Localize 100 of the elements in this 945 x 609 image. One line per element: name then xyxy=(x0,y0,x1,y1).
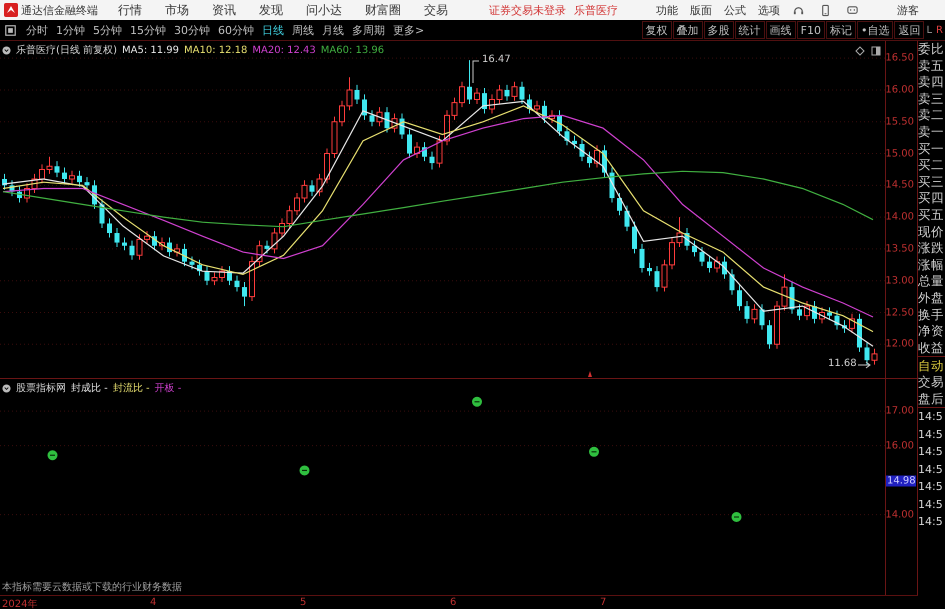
candlestick xyxy=(114,227,120,248)
candlestick xyxy=(370,110,374,127)
quote-label: 涨幅 xyxy=(918,256,945,274)
period-tab[interactable]: 1分钟 xyxy=(52,22,89,38)
menu-item[interactable]: 版面 xyxy=(690,2,712,18)
candlestick xyxy=(159,236,165,251)
candlestick xyxy=(272,227,278,254)
candlestick xyxy=(812,300,817,324)
candlestick xyxy=(24,182,30,203)
toolbar-button[interactable]: 画线 xyxy=(766,21,796,39)
leader-line xyxy=(472,60,480,84)
menu-item[interactable]: 公式 xyxy=(724,2,746,18)
square-icon[interactable] xyxy=(5,24,16,36)
period-tab[interactable]: 日线 xyxy=(258,22,288,38)
candlestick xyxy=(407,128,412,158)
menu-item[interactable]: 选项 xyxy=(758,2,780,18)
menu-item[interactable]: 功能 xyxy=(656,2,678,18)
candlestick xyxy=(549,110,555,124)
toolbar-button[interactable]: F10 xyxy=(796,21,825,39)
menu-item[interactable]: 问小达 xyxy=(306,2,342,18)
toolbar-button[interactable]: 多股 xyxy=(704,21,734,39)
candlestick xyxy=(190,256,194,270)
quote-label: 买一 xyxy=(918,140,945,158)
trade-label[interactable]: 盘后 xyxy=(918,390,945,408)
diamond-icon[interactable] xyxy=(855,46,865,56)
menu-item[interactable]: 交易 xyxy=(424,2,448,18)
quote-label: 现价 xyxy=(918,224,945,240)
quote-label: 卖一 xyxy=(918,124,945,141)
candlestick xyxy=(684,227,690,251)
candlestick xyxy=(790,281,794,314)
period-tab[interactable]: 分时 xyxy=(22,22,52,38)
toolbar-button[interactable]: 复权 xyxy=(642,21,672,39)
menu-item[interactable]: 行情 xyxy=(118,2,142,18)
phone-icon[interactable] xyxy=(819,4,832,16)
period-tab[interactable]: 15分钟 xyxy=(126,22,170,38)
candlestick xyxy=(662,259,668,292)
candlestick xyxy=(77,170,82,188)
mode-button[interactable]: 自动 xyxy=(918,357,945,374)
candlestick xyxy=(587,151,592,168)
indicator-label: MA20: 12.43 xyxy=(252,44,316,56)
candlestick xyxy=(354,84,360,104)
candlestick xyxy=(204,266,210,286)
indicator-label: 封流比 - xyxy=(112,382,150,395)
quote-label: 涨跌 xyxy=(918,240,945,257)
candlestick xyxy=(647,262,652,276)
candlestick xyxy=(842,320,847,334)
period-tab[interactable]: 周线 xyxy=(288,22,318,38)
candlestick xyxy=(804,300,810,321)
menu-item[interactable]: 资讯 xyxy=(212,2,236,18)
panel-icon[interactable] xyxy=(871,46,881,56)
toolbar-button[interactable]: 标记 xyxy=(826,21,856,39)
candlestick xyxy=(17,186,22,203)
trade-label[interactable]: 交易 xyxy=(918,374,945,391)
candlestick xyxy=(610,167,614,203)
period-tab[interactable]: 多周期 xyxy=(348,22,389,38)
menu-item[interactable]: 市场 xyxy=(165,2,189,18)
period-tab[interactable]: 月线 xyxy=(318,22,348,38)
candlestick xyxy=(767,320,772,350)
period-tab[interactable]: 60分钟 xyxy=(214,22,258,38)
candlestick xyxy=(376,106,382,127)
candlestick xyxy=(640,243,644,273)
menu-item[interactable]: 财富圈 xyxy=(365,2,401,18)
value-tick: 16.00 xyxy=(885,440,914,452)
period-tab[interactable]: 更多> xyxy=(389,22,428,38)
lr-label: L xyxy=(925,24,934,36)
candlestick xyxy=(362,94,367,120)
toolbar-button[interactable]: •自选 xyxy=(856,21,894,39)
user-label[interactable]: 游客 xyxy=(897,2,919,18)
period-tab[interactable]: 30分钟 xyxy=(170,22,214,38)
period-tab[interactable]: 5分钟 xyxy=(89,22,126,38)
message-icon[interactable] xyxy=(846,4,859,16)
candlestick xyxy=(564,126,570,146)
quote-label: 买三 xyxy=(918,174,945,190)
chart-title: 乐普医疗(日线 前复权) xyxy=(16,44,117,57)
candlestick xyxy=(339,100,345,127)
candlestick xyxy=(174,243,180,258)
status-notice[interactable]: 证券交易未登录 xyxy=(489,2,566,18)
quote-label: 换手 xyxy=(918,306,945,324)
candlestick xyxy=(872,348,878,366)
chevron-icon[interactable] xyxy=(2,384,11,392)
indicator-label: MA10: 12.18 xyxy=(184,44,248,56)
candlestick xyxy=(100,198,104,228)
candlestick xyxy=(849,313,855,334)
candlestick xyxy=(219,266,225,282)
candlestick xyxy=(422,142,427,162)
candlestick xyxy=(782,274,788,312)
toolbar-button[interactable]: 返回 xyxy=(894,21,924,39)
chevron-icon[interactable] xyxy=(2,46,11,54)
toolbar-button[interactable]: 统计 xyxy=(734,21,765,39)
candlestick xyxy=(512,81,518,102)
menu-item[interactable]: 发现 xyxy=(259,2,283,18)
toolbar-button[interactable]: 叠加 xyxy=(672,21,703,39)
data-point xyxy=(300,465,310,476)
candlestick xyxy=(654,266,660,292)
time-label: 14:5 xyxy=(918,409,944,426)
data-point xyxy=(732,512,742,522)
status-notice[interactable]: 乐普医疗 xyxy=(574,2,618,18)
candlestick xyxy=(864,342,870,366)
candlestick xyxy=(46,156,52,174)
price-tick: 14.50 xyxy=(885,180,914,191)
